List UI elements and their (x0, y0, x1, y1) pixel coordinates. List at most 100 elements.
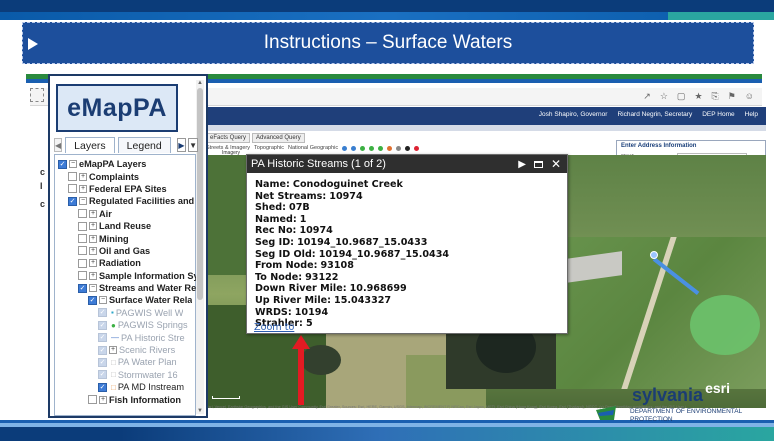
layer-checkbox[interactable] (68, 172, 77, 182)
layer-checkbox[interactable] (78, 234, 87, 244)
tab-next-icon[interactable]: ▶ (176, 138, 187, 152)
layer-tree-item[interactable]: + Sample Information Sy (54, 270, 196, 282)
help-link[interactable]: Help (745, 111, 758, 118)
layer-checkbox[interactable] (78, 271, 87, 281)
scroll-up-icon[interactable]: ▲ (197, 80, 203, 86)
collapse-icon[interactable]: − (69, 160, 77, 169)
layer-checkbox[interactable] (78, 221, 87, 231)
layer-checkbox[interactable]: ✓ (98, 333, 107, 343)
layer-tree-item[interactable]: + Fish Information (54, 393, 196, 405)
layer-tree-item[interactable]: ✓ − Regulated Facilities and I (54, 195, 196, 207)
layer-tree-item[interactable]: + Federal EPA Sites (54, 183, 196, 195)
layer-tree-item[interactable]: ✓ ▪ PAGWIS Well W (54, 307, 196, 319)
layer-checkbox[interactable] (68, 184, 77, 194)
collapse-icon[interactable]: − (99, 296, 107, 305)
identify-icon[interactable] (387, 145, 393, 151)
expand-icon[interactable]: + (89, 234, 97, 243)
dep-home-link[interactable]: DEP Home (702, 111, 734, 118)
expand-icon[interactable]: + (89, 271, 97, 280)
popup-field-label: From Node: (255, 260, 318, 272)
tab-legend[interactable]: Legend (117, 137, 171, 153)
globe-icon[interactable] (360, 145, 366, 151)
layer-checkbox[interactable]: ✓ (98, 345, 107, 355)
zoom-in-icon[interactable] (342, 145, 348, 151)
layer-tree-item[interactable]: ✓ — PA Historic Stre (54, 331, 196, 343)
expand-icon[interactable]: + (89, 246, 97, 255)
expand-icon[interactable]: + (79, 172, 87, 181)
zoom-to-link[interactable]: Zoom to (254, 322, 294, 333)
layer-label: Air (99, 208, 112, 219)
close-icon[interactable]: ✕ (551, 157, 561, 171)
layer-checkbox[interactable]: ✓ (98, 308, 107, 318)
layer-tree-item[interactable]: ✓ ● PAGWIS Springs (54, 319, 196, 331)
layer-checkbox[interactable]: ✓ (68, 196, 77, 206)
tab-menu-icon[interactable]: ▼ (188, 138, 198, 152)
layer-tree-item[interactable]: ✓ □ PA Water Plan (54, 356, 196, 368)
layer-tree-item[interactable]: ✓ − eMapPA Layers (54, 158, 196, 170)
expand-icon[interactable]: + (109, 346, 117, 355)
layer-tree-item[interactable]: + Radiation (54, 257, 196, 269)
zoom-out-icon[interactable] (351, 145, 357, 151)
layer-tree-item[interactable]: + Mining (54, 232, 196, 244)
tab-advanced-query[interactable]: Advanced Query (252, 133, 305, 143)
tab-layers[interactable]: Layers (65, 137, 115, 153)
layer-checkbox[interactable]: ✓ (98, 357, 107, 367)
layer-checkbox[interactable]: ✓ (98, 370, 107, 380)
layer-checkbox[interactable] (78, 246, 87, 256)
collapse-icon[interactable]: − (89, 284, 97, 293)
browser-icon[interactable]: ▢ (677, 91, 686, 102)
next-feature-icon[interactable]: ▶ (518, 159, 526, 170)
maximize-icon[interactable] (533, 160, 543, 168)
pa-keystone-icon (596, 406, 616, 420)
expand-icon[interactable]: + (89, 259, 97, 268)
layer-tree-item[interactable]: + Land Reuse (54, 220, 196, 232)
layer-checkbox[interactable]: ✓ (78, 283, 87, 293)
expand-icon[interactable]: + (89, 209, 97, 218)
browser-icon[interactable]: ☆ (660, 91, 668, 102)
secretary-link[interactable]: Richard Negrin, Secretary (617, 111, 692, 118)
governor-link[interactable]: Josh Shapiro, Governor (539, 111, 608, 118)
expand-icon[interactable]: + (79, 184, 87, 193)
browser-icon[interactable]: ☺ (745, 91, 754, 102)
forward-icon[interactable] (378, 145, 384, 151)
measure-icon[interactable] (396, 145, 402, 151)
layer-tree-item[interactable]: + Oil and Gas (54, 245, 196, 257)
layer-checkbox[interactable]: ✓ (98, 382, 107, 392)
layer-tree-item[interactable]: ✓ □ PA MD Instream (54, 381, 196, 393)
tab-efacts-query[interactable]: eFacts Query (206, 133, 251, 143)
popup-field-value: 93122 (305, 271, 339, 283)
layer-tree-item[interactable]: ✓ − Surface Water Rela (54, 294, 196, 306)
layer-checkbox[interactable]: ✓ (58, 159, 67, 169)
browser-icon[interactable]: ↗ (643, 91, 651, 102)
print-icon[interactable] (414, 145, 420, 151)
layer-checkbox[interactable] (78, 209, 87, 219)
scroll-down-icon[interactable]: ▼ (197, 408, 203, 414)
layer-checkbox[interactable] (78, 258, 87, 268)
tab-scroll-left-icon[interactable]: ◀ (54, 138, 63, 152)
basemap-national-geographic[interactable]: National Geographic (288, 145, 338, 151)
back-icon[interactable] (369, 145, 375, 151)
layer-symbol-icon: — (111, 333, 119, 343)
expand-icon[interactable]: + (99, 395, 107, 404)
scroll-thumb[interactable] (197, 88, 203, 300)
layer-symbol-icon: □ (111, 370, 116, 380)
basemap-topographic[interactable]: Topographic (254, 145, 284, 151)
layer-tree-item[interactable]: + Air (54, 208, 196, 220)
layer-tree-item[interactable]: ✓ □ Stormwater 16 (54, 369, 196, 381)
expand-icon[interactable]: + (89, 222, 97, 231)
browser-icon[interactable]: ★ (694, 91, 702, 102)
browser-icon[interactable]: ⚑ (728, 91, 736, 102)
collapse-icon[interactable]: − (79, 197, 87, 206)
layer-checkbox[interactable] (88, 395, 97, 405)
browser-icon[interactable]: ⎘ (712, 91, 719, 102)
layer-tree-item[interactable]: ✓ − Streams and Water Re (54, 282, 196, 294)
layer-checkbox[interactable]: ✓ (88, 295, 97, 305)
layer-tree-item[interactable]: ✓ + Scenic Rivers (54, 344, 196, 356)
pa-name: sylvania (632, 385, 704, 405)
layer-tree-item[interactable]: + Complaints (54, 170, 196, 182)
panel-scrollbar[interactable]: ▲ ▼ (196, 80, 204, 414)
layer-label: PAGWIS Springs (117, 320, 188, 331)
info-icon[interactable] (405, 145, 411, 151)
layer-checkbox[interactable]: ✓ (98, 320, 107, 330)
play-icon[interactable] (28, 38, 38, 50)
